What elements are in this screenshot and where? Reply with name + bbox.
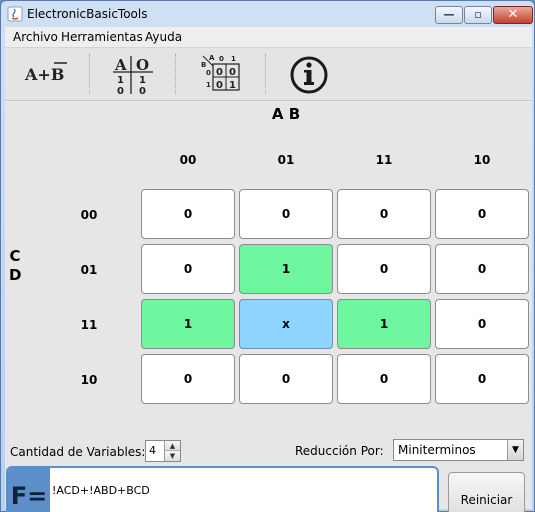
maximize-button[interactable]: ▫	[464, 6, 492, 24]
kmap-cell[interactable]: 0	[435, 244, 529, 294]
col-header-11: 11	[375, 153, 393, 167]
close-button[interactable]: ✕	[493, 6, 533, 24]
svg-text:0: 0	[216, 80, 223, 91]
truth-table-icon[interactable]: A O 1 1 0 0	[109, 50, 165, 98]
function-prefix-badge: F=	[8, 468, 50, 512]
variables-count-value[interactable]: 4	[149, 444, 156, 457]
close-icon: ✕	[507, 7, 519, 22]
app-window: ElectronicBasicTools — ▫ ✕ Archivo Herra…	[0, 0, 535, 512]
svg-text:1: 1	[229, 80, 236, 91]
svg-text:0: 0	[229, 67, 236, 78]
toolbar-separator	[265, 54, 266, 94]
kmap-cell[interactable]: 0	[435, 354, 529, 404]
toolbar-separator	[89, 54, 90, 94]
info-icon[interactable]	[287, 50, 331, 98]
menu-herramientas[interactable]: Herramientas	[61, 30, 143, 44]
karnaugh-map-icon[interactable]: A B 0 1 0 1 0 0 0 1	[195, 50, 255, 98]
variables-count-spinner[interactable]: 4 ▲ ▼	[145, 440, 181, 462]
kmap-cell-one[interactable]: 1	[337, 299, 431, 349]
java-app-icon	[7, 6, 23, 22]
kmap-cell[interactable]: 0	[337, 244, 431, 294]
svg-text:1: 1	[231, 55, 236, 63]
kmap-cell[interactable]: 0	[141, 354, 235, 404]
svg-text:A: A	[209, 54, 215, 62]
reduction-select-value: Miniterminos	[398, 443, 476, 457]
toolbar: A+B A O 1 1 0 0 A B 0 1 0 1 0 0 0 1	[5, 47, 532, 101]
minimize-icon: —	[443, 8, 455, 21]
kmap-cell[interactable]: 0	[239, 189, 333, 239]
kmap-cell[interactable]: 0	[435, 189, 529, 239]
menu-bar: Archivo Herramientas Ayuda	[5, 27, 532, 47]
chevron-down-icon[interactable]: ▼	[507, 440, 523, 460]
spin-up-icon[interactable]: ▲	[164, 441, 180, 451]
kmap-cell[interactable]: 0	[337, 354, 431, 404]
result-expression: !ACD+!ABD+BCD	[52, 484, 150, 497]
svg-text:O: O	[136, 56, 149, 74]
kmap-panel: A B 00 01 11 10 C D 00 01 11 10 0 0 0 0 …	[5, 102, 532, 512]
svg-text:0: 0	[206, 69, 211, 77]
kmap-cell-dont-care[interactable]: x	[239, 299, 333, 349]
svg-text:0: 0	[216, 67, 223, 78]
kmap-cell[interactable]: 0	[337, 189, 431, 239]
window-title: ElectronicBasicTools	[27, 7, 148, 21]
column-variables-label: A B	[271, 105, 301, 123]
svg-text:1: 1	[117, 75, 124, 86]
row-header-11: 11	[80, 318, 98, 332]
row-header-01: 01	[80, 263, 98, 277]
reduction-label: Reducción Por:	[295, 444, 384, 458]
svg-text:A: A	[114, 56, 127, 74]
kmap-cell[interactable]: 0	[141, 189, 235, 239]
svg-text:0: 0	[139, 86, 146, 97]
minimize-button[interactable]: —	[435, 6, 463, 24]
toolbar-separator	[175, 54, 176, 94]
menu-archivo[interactable]: Archivo	[13, 30, 58, 44]
row-variable-c-label: C	[9, 247, 21, 265]
svg-text:0: 0	[117, 86, 124, 97]
spin-down-icon[interactable]: ▼	[164, 451, 180, 461]
variables-count-label: Cantidad de Variables:	[10, 445, 146, 459]
reduction-select[interactable]: Miniterminos ▼	[393, 439, 524, 461]
row-header-10: 10	[80, 373, 98, 387]
col-header-01: 01	[277, 153, 295, 167]
svg-text:0: 0	[219, 55, 224, 63]
kmap-cell-one[interactable]: 1	[239, 244, 333, 294]
kmap-cell[interactable]: 0	[239, 354, 333, 404]
svg-text:A+B: A+B	[24, 65, 64, 84]
col-header-10: 10	[473, 153, 491, 167]
kmap-cell[interactable]: 0	[435, 299, 529, 349]
svg-text:B: B	[201, 61, 206, 69]
kmap-cell-one[interactable]: 1	[141, 299, 235, 349]
result-expression-box: F= !ACD+!ABD+BCD	[6, 466, 439, 512]
menu-ayuda[interactable]: Ayuda	[145, 30, 182, 44]
boolean-expression-icon[interactable]: A+B	[19, 50, 75, 98]
kmap-cell[interactable]: 0	[141, 244, 235, 294]
reset-button[interactable]: Reiniciar	[448, 472, 525, 512]
client-area: Archivo Herramientas Ayuda A+B A O 1 1 0…	[5, 27, 532, 512]
maximize-icon: ▫	[474, 8, 482, 21]
row-variable-d-label: D	[9, 266, 22, 284]
row-header-00: 00	[80, 208, 98, 222]
svg-text:1: 1	[206, 81, 211, 89]
title-bar[interactable]: ElectronicBasicTools — ▫ ✕	[1, 1, 534, 27]
svg-text:1: 1	[139, 75, 146, 86]
col-header-00: 00	[179, 153, 197, 167]
